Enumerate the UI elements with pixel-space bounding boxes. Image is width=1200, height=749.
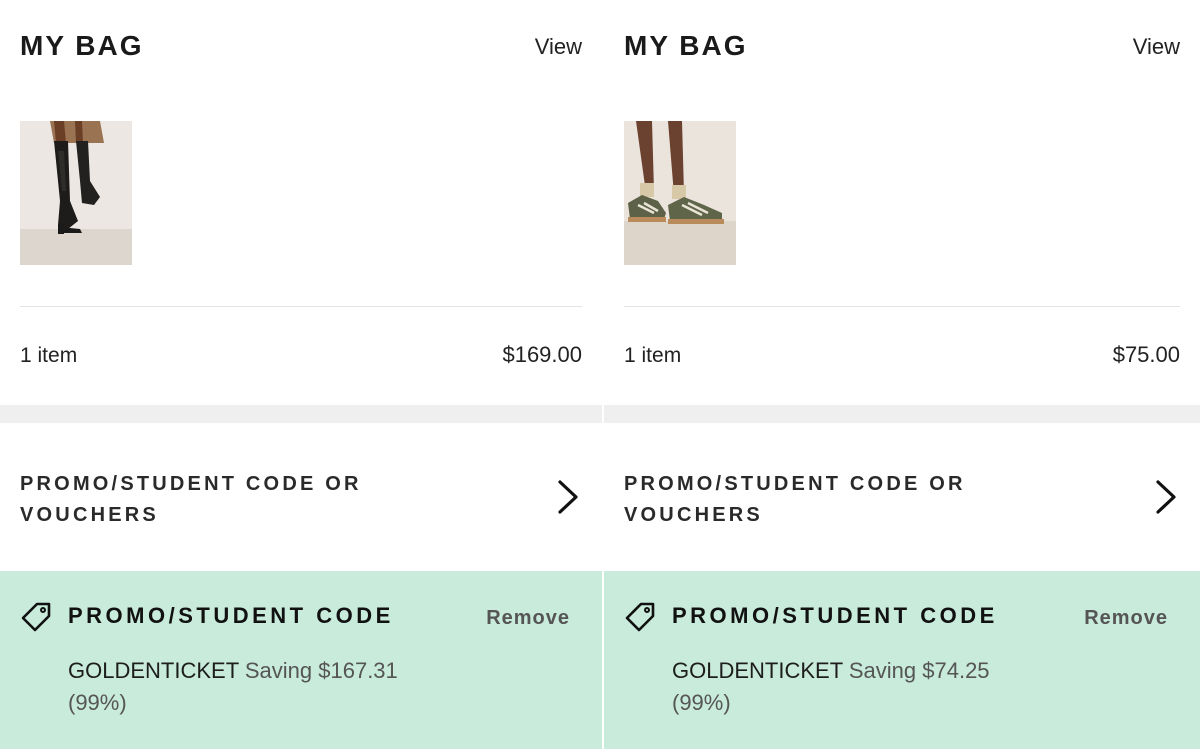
product-thumbnail[interactable]	[624, 121, 736, 265]
remove-promo-button[interactable]: Remove	[1084, 607, 1168, 630]
applied-promo-section: PROMO/STUDENT CODE Remove GOLDENTICKET S…	[604, 571, 1200, 749]
applied-code-details: GOLDENTICKET Saving $167.31 (99%)	[68, 655, 468, 719]
item-count: 1 item	[624, 344, 682, 367]
bag-title: MY BAG	[20, 30, 144, 61]
view-bag-link[interactable]: View	[535, 34, 582, 60]
sneaker-product-image	[624, 121, 736, 265]
boot-product-image	[20, 121, 132, 265]
saving-amount: Saving $74.25	[848, 658, 990, 683]
bag-panel-right: MY BAG View 1 item $75.00 PROMO/STUDENT …	[604, 0, 1200, 749]
remove-promo-button[interactable]: Remove	[486, 607, 570, 630]
item-count: 1 item	[20, 344, 78, 367]
divider	[20, 306, 582, 307]
bag-panel-left: MY BAG View 1 item $169.00 PROMO/STUDENT…	[0, 0, 602, 749]
applied-code-details: GOLDENTICKET Saving $74.25 (99%)	[672, 655, 1072, 719]
promo-row-label: PROMO/STUDENT CODE OR VOUCHERS	[624, 473, 966, 526]
section-separator	[0, 405, 602, 423]
applied-promo-title: PROMO/STUDENT CODE	[68, 603, 394, 628]
view-bag-link[interactable]: View	[1133, 34, 1180, 60]
tag-icon	[625, 602, 655, 632]
bag-total: $169.00	[502, 342, 582, 367]
promo-code-row[interactable]: PROMO/STUDENT CODE OR VOUCHERS	[604, 423, 1200, 571]
applied-promo-section: PROMO/STUDENT CODE Remove GOLDENTICKET S…	[0, 571, 602, 749]
promo-row-label: PROMO/STUDENT CODE OR VOUCHERS	[20, 473, 362, 526]
bag-total: $75.00	[1112, 342, 1180, 367]
saving-percent: (99%)	[672, 690, 731, 715]
tag-icon	[21, 602, 51, 632]
product-thumbnail[interactable]	[20, 121, 132, 265]
saving-amount: Saving $167.31	[244, 658, 398, 683]
section-separator	[604, 405, 1200, 423]
divider	[624, 306, 1180, 307]
promo-code: GOLDENTICKET	[672, 658, 843, 683]
applied-promo-title: PROMO/STUDENT CODE	[672, 603, 998, 628]
chevron-right-icon	[558, 480, 578, 514]
chevron-right-icon	[1156, 480, 1176, 514]
bag-title: MY BAG	[624, 30, 748, 61]
promo-code: GOLDENTICKET	[68, 658, 239, 683]
promo-code-row[interactable]: PROMO/STUDENT CODE OR VOUCHERS	[0, 423, 602, 571]
saving-percent: (99%)	[68, 690, 127, 715]
